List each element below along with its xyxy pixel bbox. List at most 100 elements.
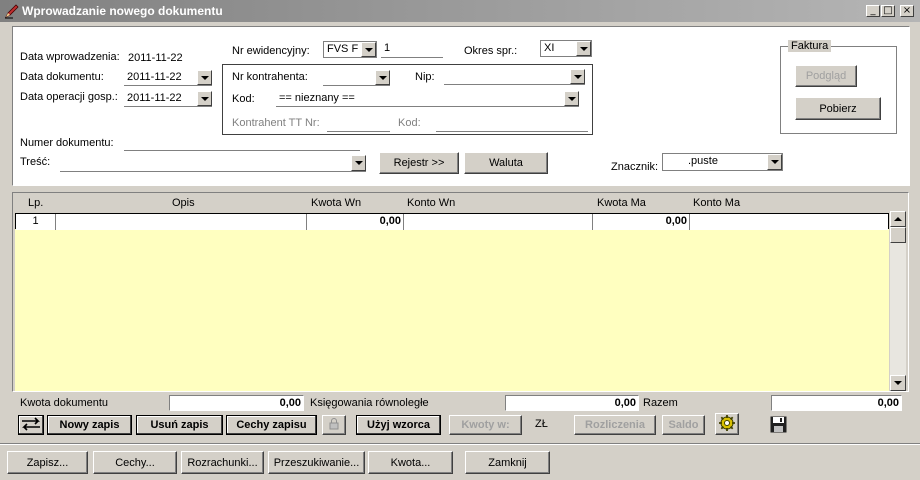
kod-value: == nieznany ==	[279, 92, 355, 104]
kod-label: Kod:	[232, 93, 255, 105]
divider	[0, 443, 920, 445]
okres-spr-combo[interactable]: XI	[540, 40, 592, 57]
currency-label: ZŁ	[535, 418, 548, 430]
entries-grid[interactable]	[15, 213, 889, 391]
kontrahent-tt-label: Kontrahent TT Nr:	[232, 117, 320, 129]
numer-dokumentu-field[interactable]	[124, 135, 360, 151]
faktura-group	[780, 46, 897, 134]
numer-dokumentu-label: Numer dokumentu:	[20, 137, 114, 149]
podglad-button[interactable]: Podgląd	[795, 65, 857, 87]
arrow-down-icon	[894, 381, 902, 385]
nip-label: Nip:	[415, 71, 435, 83]
chevron-down-icon[interactable]	[767, 154, 782, 170]
floppy-disk-icon	[770, 416, 787, 433]
razem-value: 0,00	[771, 395, 902, 411]
kod-combo[interactable]: == nieznany ==	[276, 91, 579, 107]
kod2-label: Kod:	[398, 117, 421, 129]
data-wprowadzenia-label: Data wprowadzenia:	[20, 51, 120, 63]
chevron-down-icon[interactable]	[361, 42, 376, 57]
chevron-down-icon[interactable]	[197, 91, 212, 106]
settings-button[interactable]	[715, 413, 739, 435]
cell-konto-ma[interactable]	[690, 214, 888, 230]
saldo-button[interactable]: Saldo	[662, 415, 705, 435]
arrow-up-icon	[894, 217, 902, 221]
cell-kwota-wn[interactable]: 0,00	[307, 214, 404, 230]
col-konto-wn-header: Konto Wn	[407, 197, 456, 209]
col-konto-ma-header: Konto Ma	[693, 197, 741, 209]
znacznik-combo[interactable]: .puste	[662, 153, 783, 171]
nr-ewidencyjny-combo[interactable]: FVS F	[323, 41, 377, 58]
chevron-down-icon[interactable]	[564, 91, 579, 106]
nip-combo[interactable]	[444, 69, 585, 85]
usun-zapis-button[interactable]: Usuń zapis	[136, 415, 223, 435]
rejestr-button[interactable]: Rejestr >>	[379, 152, 459, 174]
data-operacji-label: Data operacji gosp.:	[20, 91, 118, 103]
data-wprowadzenia-value: 2011-11-22	[128, 52, 183, 64]
cell-opis[interactable]	[56, 214, 307, 230]
lock-button[interactable]	[322, 415, 346, 435]
kwota-button[interactable]: Kwota...	[368, 451, 453, 474]
ksiegowania-value: 0,00	[505, 395, 639, 411]
kontrahent-tt-field[interactable]	[327, 116, 390, 132]
minimize-button[interactable]: _	[866, 5, 880, 17]
pobierz-button[interactable]: Pobierz	[795, 97, 881, 120]
vertical-scrollbar[interactable]	[890, 211, 906, 391]
table-row[interactable]: 1 0,00 0,00	[15, 213, 889, 230]
przeszukiwanie-button[interactable]: Przeszukiwanie...	[268, 451, 365, 474]
nr-ewidencyjny-number[interactable]: 1	[381, 41, 443, 58]
okres-spr-label: Okres spr.:	[464, 45, 518, 57]
nr-kontrahenta-combo[interactable]	[323, 70, 390, 86]
chevron-down-icon[interactable]	[351, 155, 366, 171]
chevron-down-icon[interactable]	[375, 70, 390, 85]
faktura-title: Faktura	[788, 40, 832, 52]
scroll-down-button[interactable]	[890, 375, 906, 391]
cell-kwota-ma[interactable]: 0,00	[593, 214, 690, 230]
scroll-thumb[interactable]	[890, 227, 906, 243]
data-dokumentu-picker[interactable]: 2011-11-22	[124, 70, 212, 86]
cechy-zapisu-button[interactable]: Cechy zapisu	[226, 415, 317, 435]
col-opis-header: Opis	[172, 197, 195, 209]
razem-label: Razem	[643, 397, 678, 409]
zamknij-button[interactable]: Zamknij	[465, 451, 550, 474]
data-dokumentu-label: Data dokumentu:	[20, 71, 104, 83]
nr-ewidencyjny-combo-value: FVS F	[327, 43, 359, 55]
lock-icon	[329, 417, 339, 429]
tresc-label: Treść:	[20, 156, 51, 168]
znacznik-value: .puste	[688, 155, 718, 167]
pencil-app-icon	[5, 4, 19, 19]
uzyj-wzorca-button[interactable]: Użyj wzorca	[356, 415, 441, 435]
cechy-button[interactable]: Cechy...	[93, 451, 177, 474]
save-disk-button[interactable]	[770, 416, 787, 433]
tresc-combo[interactable]	[60, 155, 366, 172]
chevron-down-icon[interactable]	[197, 70, 212, 85]
rozliczenia-button[interactable]: Rozliczenia	[574, 415, 656, 435]
znacznik-label: Znacznik:	[611, 161, 659, 173]
kwota-dokumentu-label: Kwota dokumentu	[20, 397, 109, 409]
window-title: Wprowadzanie nowego dokumentu	[22, 4, 223, 18]
scroll-up-button[interactable]	[890, 211, 906, 227]
col-kwota-wn-header: Kwota Wn	[311, 197, 362, 209]
col-kwota-ma-header: Kwota Ma	[597, 197, 646, 209]
close-button[interactable]: ×	[900, 5, 914, 17]
maximize-button[interactable]: □	[881, 5, 895, 17]
col-lp-header: Lp.	[28, 197, 44, 209]
swap-button[interactable]	[18, 415, 44, 435]
gear-icon	[719, 415, 735, 431]
swap-arrows-icon	[22, 416, 40, 431]
zapisz-button[interactable]: Zapisz...	[7, 451, 88, 474]
kwoty-w-button[interactable]: Kwoty w:	[449, 415, 522, 435]
okres-spr-value: XI	[544, 42, 555, 54]
kod2-field[interactable]	[436, 116, 588, 132]
chevron-down-icon[interactable]	[576, 41, 591, 56]
nr-kontrahenta-label: Nr kontrahenta:	[232, 71, 308, 83]
rozrachunki-button[interactable]: Rozrachunki...	[181, 451, 264, 474]
cell-lp: 1	[16, 214, 56, 230]
data-operacji-picker[interactable]: 2011-11-22	[124, 91, 212, 107]
data-operacji-value: 2011-11-22	[127, 92, 182, 104]
waluta-button[interactable]: Waluta	[464, 152, 548, 174]
nr-ewidencyjny-label: Nr ewidencyjny:	[232, 45, 310, 57]
data-dokumentu-value: 2011-11-22	[127, 71, 182, 83]
chevron-down-icon[interactable]	[570, 69, 585, 84]
cell-konto-wn[interactable]	[404, 214, 593, 230]
nowy-zapis-button[interactable]: Nowy zapis	[47, 415, 132, 435]
